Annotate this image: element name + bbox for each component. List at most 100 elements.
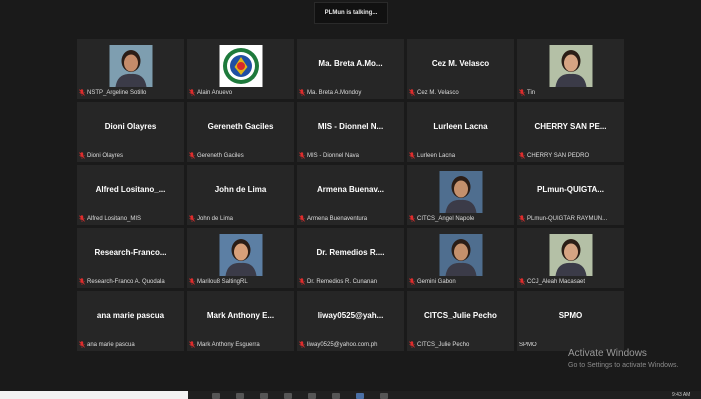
activation-watermark-title: Activate Windows bbox=[568, 348, 647, 359]
participant-display-name: ana marie pascua bbox=[96, 311, 165, 320]
participant-label: CHERRY SAN PEDRO bbox=[519, 152, 622, 159]
participant-tile[interactable]: Dr. Remedios R.... Dr. Remedios R. Cunana… bbox=[297, 228, 404, 288]
mic-muted-icon bbox=[409, 89, 415, 96]
participant-label-text: SPMO bbox=[519, 342, 537, 348]
taskbar-app-icon[interactable] bbox=[332, 393, 340, 399]
taskbar-app-icon-active[interactable] bbox=[356, 393, 364, 399]
participant-tile[interactable]: Lurleen Lacna Lurleen Lacna bbox=[407, 102, 514, 162]
participant-tile[interactable]: ana marie pascua ana marie pascua bbox=[77, 291, 184, 351]
participant-label: Cez M. Velasco bbox=[409, 89, 512, 96]
participant-tile[interactable]: Gereneth Gaciles Gereneth Gaciles bbox=[187, 102, 294, 162]
participant-tile[interactable]: Ma. Breta A.Mo... Ma. Breta A.Mondoy bbox=[297, 39, 404, 99]
participant-label-text: ana marie pascua bbox=[87, 341, 135, 348]
participant-tile[interactable]: Marilou8 SaltingRL bbox=[187, 228, 294, 288]
participant-tile[interactable]: MIS - Dionnel N... MIS - Dionnel Nava bbox=[297, 102, 404, 162]
mic-muted-icon bbox=[189, 152, 195, 159]
participant-label-text: Alfred Lositano_MIS bbox=[87, 215, 142, 222]
mic-muted-icon bbox=[189, 215, 195, 222]
participant-label: NSTP_Argeline Sotillo bbox=[79, 89, 182, 96]
participant-display-name: Dr. Remedios R.... bbox=[316, 248, 385, 257]
mic-muted-icon bbox=[189, 341, 195, 348]
participant-tile[interactable]: CHERRY SAN PE... CHERRY SAN PEDRO bbox=[517, 102, 624, 162]
participant-label-text: Ma. Breta A.Mondoy bbox=[307, 89, 362, 96]
mic-muted-icon bbox=[79, 152, 85, 159]
participant-label-text: CITCS_Julie Pecho bbox=[417, 341, 470, 348]
participant-label-text: Gemini Gabon bbox=[417, 278, 456, 285]
mic-muted-icon bbox=[519, 152, 525, 159]
school-seal-logo bbox=[219, 45, 262, 87]
participant-label-text: Alain Anuevo bbox=[197, 89, 233, 96]
participant-label: PLmun-QUIGTAR RAYMUN... bbox=[519, 215, 622, 222]
mic-muted-icon bbox=[299, 152, 305, 159]
participant-tile[interactable]: Dioni Olayres Dioni Olayres bbox=[77, 102, 184, 162]
participant-label: Dioni Olayres bbox=[79, 152, 182, 159]
participant-tile[interactable]: Armena Buenav... Armena Buenaventura bbox=[297, 165, 404, 225]
mic-muted-icon bbox=[79, 341, 85, 348]
participant-photo bbox=[219, 234, 262, 276]
mic-muted-icon bbox=[409, 152, 415, 159]
mic-muted-icon bbox=[299, 278, 305, 285]
participant-label-text: Tin bbox=[527, 89, 536, 96]
participant-display-name: MIS - Dionnel N... bbox=[317, 122, 384, 131]
participant-tile[interactable]: NSTP_Argeline Sotillo bbox=[77, 39, 184, 99]
mic-muted-icon bbox=[409, 341, 415, 348]
participant-display-name: John de Lima bbox=[214, 185, 267, 194]
taskbar-app-icon[interactable] bbox=[260, 393, 268, 399]
participant-display-name: Lurleen Lacna bbox=[433, 122, 488, 131]
activation-watermark-subtitle: Go to Settings to activate Windows. bbox=[568, 362, 679, 369]
participant-tile[interactable]: Gemini Gabon bbox=[407, 228, 514, 288]
participant-tile[interactable]: Alain Anuevo bbox=[187, 39, 294, 99]
participant-tile[interactable]: SPMO SPMO bbox=[517, 291, 624, 351]
participant-tile[interactable]: CITCS_Julie Pecho CITCS_Julie Pecho bbox=[407, 291, 514, 351]
taskbar-app-icon[interactable] bbox=[212, 393, 220, 399]
participant-label: Mark Anthony Esguerra bbox=[189, 341, 292, 348]
participant-label-text: Gereneth Gaciles bbox=[197, 152, 244, 159]
participant-display-name: CITCS_Julie Pecho bbox=[424, 311, 497, 320]
participant-display-name: Mark Anthony E... bbox=[206, 311, 275, 320]
participant-display-name: PLmun-QUIGTA... bbox=[537, 185, 604, 194]
participant-tile[interactable]: CCJ_Aleah Macasaet bbox=[517, 228, 624, 288]
participant-label: Marilou8 SaltingRL bbox=[189, 278, 292, 285]
taskbar-app-icon[interactable] bbox=[284, 393, 292, 399]
participant-label-text: CHERRY SAN PEDRO bbox=[527, 152, 590, 159]
participant-label: Alain Anuevo bbox=[189, 89, 292, 96]
participant-tile[interactable]: CITCS_Angel Napole bbox=[407, 165, 514, 225]
participant-label: Dr. Remedios R. Cunanan bbox=[299, 278, 402, 285]
participant-tile[interactable]: liway0525@yah... liway0525@yahoo.com.ph bbox=[297, 291, 404, 351]
participant-label-text: PLmun-QUIGTAR RAYMUN... bbox=[527, 215, 608, 222]
participant-label-text: Cez M. Velasco bbox=[417, 89, 459, 96]
participant-display-name: CHERRY SAN PE... bbox=[534, 122, 607, 131]
mic-muted-icon bbox=[79, 89, 85, 96]
mic-muted-icon bbox=[79, 215, 85, 222]
mic-muted-icon bbox=[519, 215, 525, 222]
participant-tile[interactable]: Mark Anthony E... Mark Anthony Esguerra bbox=[187, 291, 294, 351]
participant-tile[interactable]: John de Lima John de Lima bbox=[187, 165, 294, 225]
participant-tile[interactable]: Cez M. Velasco Cez M. Velasco bbox=[407, 39, 514, 99]
mic-muted-icon bbox=[409, 215, 415, 222]
participant-label: Gereneth Gaciles bbox=[189, 152, 292, 159]
participant-tile[interactable]: Alfred Lositano_... Alfred Lositano_MIS bbox=[77, 165, 184, 225]
participant-grid: NSTP_Argeline Sotillo Alain Anuevo Ma. Bre… bbox=[77, 39, 624, 351]
participant-label-text: CITCS_Angel Napole bbox=[417, 215, 475, 222]
participant-display-name: Alfred Lositano_... bbox=[95, 185, 166, 194]
participant-display-name: Ma. Breta A.Mo... bbox=[318, 59, 383, 68]
participant-label: liway0525@yahoo.com.ph bbox=[299, 341, 402, 348]
mic-muted-icon bbox=[409, 278, 415, 285]
taskbar-app-icon[interactable] bbox=[236, 393, 244, 399]
taskbar-app-icon[interactable] bbox=[308, 393, 316, 399]
participant-tile[interactable]: Tin bbox=[517, 39, 624, 99]
mic-muted-icon bbox=[519, 89, 525, 96]
taskbar-search-box[interactable] bbox=[0, 391, 188, 399]
participant-label: Alfred Lositano_MIS bbox=[79, 215, 182, 222]
taskbar-app-icon[interactable] bbox=[380, 393, 388, 399]
participant-label: MIS - Dionnel Nava bbox=[299, 152, 402, 159]
mic-muted-icon bbox=[189, 89, 195, 96]
participant-tile[interactable]: PLmun-QUIGTA... PLmun-QUIGTAR RAYMUN... bbox=[517, 165, 624, 225]
participant-display-name: Research-Franco... bbox=[94, 248, 167, 257]
mic-muted-icon bbox=[519, 278, 525, 285]
participant-label-text: Armena Buenaventura bbox=[307, 215, 368, 222]
participant-tile[interactable]: Research-Franco... Research-Franco A. Quo… bbox=[77, 228, 184, 288]
participant-photo bbox=[549, 45, 592, 87]
participant-label: CITCS_Angel Napole bbox=[409, 215, 512, 222]
participant-display-name: Armena Buenav... bbox=[317, 185, 384, 194]
